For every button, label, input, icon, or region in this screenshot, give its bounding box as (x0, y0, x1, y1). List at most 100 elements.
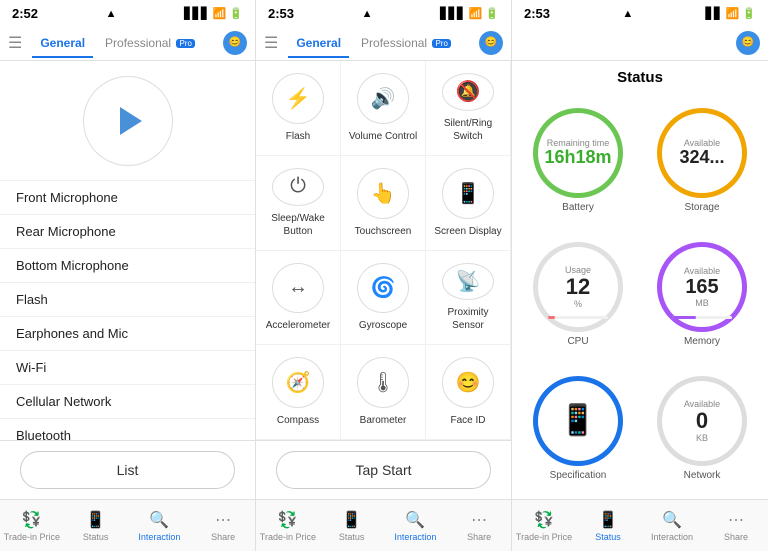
grid-proximity[interactable]: 📡 Proximity Sensor (426, 251, 511, 346)
nav-trade-in-1[interactable]: 💱 Trade-in Price (0, 500, 64, 551)
proximity-label: Proximity Sensor (432, 306, 504, 332)
share-icon-1: ⋯ (215, 510, 231, 530)
interaction-icon-1: 🔍 (149, 510, 169, 530)
bottom-nav-2: 💱 Trade-in Price 📱 Status 🔍 Interaction … (256, 499, 511, 551)
tab-general-2[interactable]: General (288, 32, 349, 54)
tab-professional-2[interactable]: Professional Pro (353, 32, 459, 54)
flash-circle: ⚡ (272, 73, 324, 124)
nav-trade-in-3[interactable]: 💱 Trade-in Price (512, 500, 576, 551)
screen-circle: 📱 (442, 168, 494, 219)
interaction-icon-2: 🔍 (405, 510, 425, 530)
grid-gyro[interactable]: 🌀 Gyroscope (341, 251, 426, 346)
list-item[interactable]: Flash (0, 283, 255, 317)
list-item[interactable]: Cellular Network (0, 385, 255, 419)
signal-icon: ▋▋▋ (184, 7, 209, 20)
status-bar-3: 2:53 ▲ ▋▋ 📶 🔋 (512, 0, 768, 25)
signal-icon-3: ▋▋ (706, 7, 723, 20)
avatar-3[interactable]: 😊 (736, 31, 760, 55)
nav-status-3[interactable]: 📱 Status (576, 500, 640, 551)
list-item[interactable]: Earphones and Mic (0, 317, 255, 351)
play-circle[interactable] (83, 76, 173, 166)
cpu-bar (548, 316, 608, 319)
bottom-nav-3: 💱 Trade-in Price 📱 Status 🔍 Interaction … (512, 499, 768, 551)
tab-general-1[interactable]: General (32, 32, 93, 54)
list-item[interactable]: Rear Microphone (0, 215, 255, 249)
status-icon-1: 📱 (86, 510, 106, 530)
grid-barometer[interactable]: 🌡 Barometer (341, 345, 426, 440)
flash-label: Flash (286, 130, 310, 143)
nav-interaction-1[interactable]: 🔍 Interaction (128, 500, 192, 551)
time-3: 2:53 (524, 6, 550, 21)
trade-icon-3: 💱 (534, 510, 554, 530)
hamburger-menu-2[interactable]: ☰ (264, 33, 278, 53)
mem-bar (672, 316, 732, 319)
play-icon (120, 107, 142, 135)
list-button-area: List (0, 440, 255, 499)
play-area (0, 61, 255, 181)
status-title: Status (512, 61, 768, 90)
tap-start-button[interactable]: Tap Start (276, 451, 491, 489)
pro-badge-1: Pro (176, 39, 194, 48)
signal-icon-2: ▋▋▋ (440, 7, 465, 20)
grid-faceid[interactable]: 😊 Face ID (426, 345, 511, 440)
cpu-circle: Usage 12 % (533, 242, 623, 332)
nav-share-3[interactable]: ⋯ Share (704, 500, 768, 551)
list-item[interactable]: Bottom Microphone (0, 249, 255, 283)
touch-label: Touchscreen (355, 225, 412, 238)
tap-button-area: Tap Start (256, 440, 511, 499)
spec-circle[interactable]: 📱 (533, 376, 623, 466)
time-2: 2:53 (268, 6, 294, 21)
nav-share-1[interactable]: ⋯ Share (191, 500, 255, 551)
spec-stat: 📱 Specification (520, 365, 636, 491)
grid-accel[interactable]: ↔ Accelerometer (256, 251, 341, 346)
cpu-unit: % (574, 299, 582, 309)
tab-professional-1[interactable]: Professional Pro (97, 32, 203, 54)
status-bar-2: 2:53 ▲ ▋▋▋ 📶 🔋 (256, 0, 511, 25)
test-list: Front Microphone Rear Microphone Bottom … (0, 181, 255, 440)
list-item[interactable]: Wi-Fi (0, 351, 255, 385)
memory-top: Available (684, 266, 720, 276)
grid-touch[interactable]: 👆 Touchscreen (341, 156, 426, 251)
interaction-icon-3: 🔍 (662, 510, 682, 530)
grid-compass[interactable]: 🧭 Compass (256, 345, 341, 440)
nav-share-2[interactable]: ⋯ Share (447, 500, 511, 551)
nav-interaction-2[interactable]: 🔍 Interaction (384, 500, 448, 551)
top-tabs-1: ☰ General Professional Pro 😊 (0, 25, 255, 61)
trade-icon-2: 💱 (278, 510, 298, 530)
hamburger-menu[interactable]: ☰ (8, 33, 22, 53)
avatar-2[interactable]: 😊 (479, 31, 503, 55)
battery-label: Battery (562, 202, 594, 213)
ring-circle: 🔕 (442, 73, 494, 111)
memory-circle: Available 165 MB (657, 242, 747, 332)
volume-circle: 🔊 (357, 73, 409, 124)
status-icon-2: 📱 (342, 510, 362, 530)
grid-screen[interactable]: 📱 Screen Display (426, 156, 511, 251)
ring-label: Silent/Ring Switch (432, 117, 504, 143)
avatar-1[interactable]: 😊 (223, 31, 247, 55)
panel-general: 2:52 ▲ ▋▋▋ 📶 🔋 ☰ General Professional Pr… (0, 0, 256, 551)
list-button[interactable]: List (20, 451, 235, 489)
nav-trade-in-2[interactable]: 💱 Trade-in Price (256, 500, 320, 551)
status-grid: Remaining time 16h18m Battery Available … (512, 90, 768, 499)
nav-status-1[interactable]: 📱 Status (64, 500, 128, 551)
proximity-circle: 📡 (442, 263, 494, 301)
accel-label: Accelerometer (266, 319, 330, 332)
cpu-main: 12 (566, 275, 590, 299)
compass-circle: 🧭 (272, 357, 324, 408)
screen-label: Screen Display (434, 225, 501, 238)
list-item[interactable]: Front Microphone (0, 181, 255, 215)
status-icon-3: 📱 (598, 510, 618, 530)
grid-volume[interactable]: 🔊 Volume Control (341, 61, 426, 156)
memory-unit: MB (695, 298, 709, 308)
network-unit: KB (696, 433, 708, 443)
share-icon-3: ⋯ (728, 510, 744, 530)
nav-status-2[interactable]: 📱 Status (320, 500, 384, 551)
grid-ring[interactable]: 🔕 Silent/Ring Switch (426, 61, 511, 156)
grid-flash[interactable]: ⚡ Flash (256, 61, 341, 156)
trade-icon-1: 💱 (22, 510, 42, 530)
grid-sleep[interactable]: ⏻ Sleep/Wake Button (256, 156, 341, 251)
list-item[interactable]: Bluetooth (0, 419, 255, 440)
bottom-nav-1: 💱 Trade-in Price 📱 Status 🔍 Interaction … (0, 499, 255, 551)
pro-badge-2: Pro (432, 39, 450, 48)
nav-interaction-3[interactable]: 🔍 Interaction (640, 500, 704, 551)
